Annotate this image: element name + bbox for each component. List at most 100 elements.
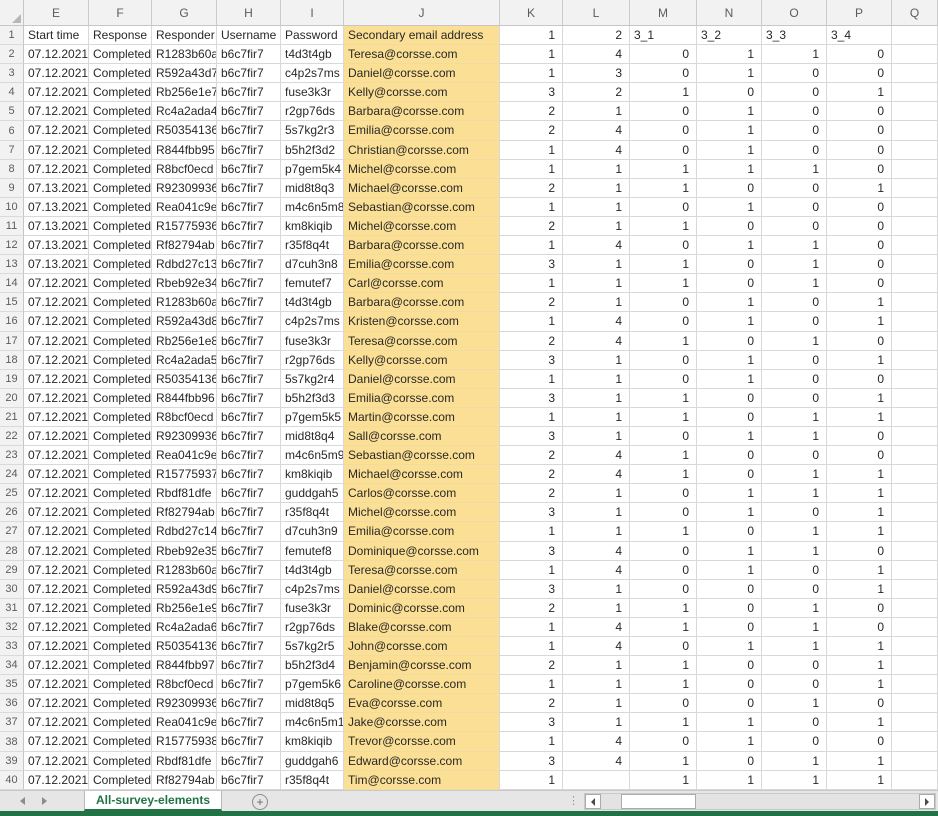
cell-H28[interactable]: b6c7fir7 [217, 542, 281, 561]
cell-E31[interactable]: 07.12.2021 [24, 599, 89, 618]
cell-J13[interactable]: Emilia@corsse.com [344, 255, 500, 274]
row-header-15[interactable]: 15 [0, 293, 24, 312]
row-header-25[interactable]: 25 [0, 484, 24, 503]
cell-G15[interactable]: R1283b60a [152, 293, 217, 312]
cell-P40[interactable]: 1 [827, 771, 892, 790]
cell-O34[interactable]: 0 [762, 656, 827, 675]
cell-K7[interactable]: 1 [500, 141, 563, 160]
cell-O35[interactable]: 0 [762, 675, 827, 694]
cell-L35[interactable]: 1 [563, 675, 630, 694]
cell-F16[interactable]: Completed [89, 312, 152, 331]
cell-I33[interactable]: 5s7kg2r5 [281, 637, 344, 656]
cell-E32[interactable]: 07.12.2021 [24, 618, 89, 637]
cell-M5[interactable]: 0 [630, 102, 697, 121]
cell-K10[interactable]: 1 [500, 198, 563, 217]
row-header-13[interactable]: 13 [0, 255, 24, 274]
cell-H6[interactable]: b6c7fir7 [217, 121, 281, 140]
cell-G35[interactable]: R8bcf0ecd [152, 675, 217, 694]
cell-O37[interactable]: 0 [762, 713, 827, 732]
cell-E25[interactable]: 07.12.2021 [24, 484, 89, 503]
cell-N39[interactable]: 0 [697, 752, 762, 771]
cell-M34[interactable]: 1 [630, 656, 697, 675]
cell-P21[interactable]: 1 [827, 408, 892, 427]
cell-M20[interactable]: 1 [630, 389, 697, 408]
cell-L3[interactable]: 3 [563, 64, 630, 83]
cell-F25[interactable]: Completed [89, 484, 152, 503]
cell-E36[interactable]: 07.12.2021 [24, 694, 89, 713]
cell-I3[interactable]: c4p2s7ms [281, 64, 344, 83]
cell-N22[interactable]: 1 [697, 427, 762, 446]
cell-H27[interactable]: b6c7fir7 [217, 522, 281, 541]
cell-Q12[interactable] [892, 236, 938, 255]
cell-K33[interactable]: 1 [500, 637, 563, 656]
cell-I38[interactable]: km8kiqib [281, 732, 344, 751]
cell-Q40[interactable] [892, 771, 938, 790]
cell-G21[interactable]: R8bcf0ecd [152, 408, 217, 427]
cell-Q25[interactable] [892, 484, 938, 503]
cell-H8[interactable]: b6c7fir7 [217, 160, 281, 179]
cell-I36[interactable]: mid8t8q5 [281, 694, 344, 713]
cell-K21[interactable]: 1 [500, 408, 563, 427]
column-header-L[interactable]: L [563, 0, 630, 26]
cell-O25[interactable]: 1 [762, 484, 827, 503]
cell-L6[interactable]: 4 [563, 121, 630, 140]
cell-L18[interactable]: 1 [563, 351, 630, 370]
cell-I10[interactable]: m4c6n5m8 [281, 198, 344, 217]
cell-P17[interactable]: 0 [827, 332, 892, 351]
cell-N16[interactable]: 1 [697, 312, 762, 331]
cell-F18[interactable]: Completed [89, 351, 152, 370]
cell-E37[interactable]: 07.12.2021 [24, 713, 89, 732]
cell-Q6[interactable] [892, 121, 938, 140]
cell-N26[interactable]: 1 [697, 503, 762, 522]
cell-Q16[interactable] [892, 312, 938, 331]
add-sheet-button[interactable]: + [252, 794, 268, 810]
cell-P8[interactable]: 0 [827, 160, 892, 179]
cell-L14[interactable]: 1 [563, 274, 630, 293]
cell-Q15[interactable] [892, 293, 938, 312]
cell-O31[interactable]: 1 [762, 599, 827, 618]
cell-M19[interactable]: 0 [630, 370, 697, 389]
cell-H40[interactable]: b6c7fir7 [217, 771, 281, 790]
cell-J27[interactable]: Emilia@corsse.com [344, 522, 500, 541]
cell-I27[interactable]: d7cuh3n9 [281, 522, 344, 541]
cell-H2[interactable]: b6c7fir7 [217, 45, 281, 64]
row-header-29[interactable]: 29 [0, 561, 24, 580]
column-header-F[interactable]: F [89, 0, 152, 26]
row-header-33[interactable]: 33 [0, 637, 24, 656]
cell-H19[interactable]: b6c7fir7 [217, 370, 281, 389]
cell-Q5[interactable] [892, 102, 938, 121]
cell-Q13[interactable] [892, 255, 938, 274]
cell-I35[interactable]: p7gem5k6 [281, 675, 344, 694]
cell-E35[interactable]: 07.12.2021 [24, 675, 89, 694]
cell-Q19[interactable] [892, 370, 938, 389]
cell-K27[interactable]: 1 [500, 522, 563, 541]
row-header-11[interactable]: 11 [0, 217, 24, 236]
column-header-O[interactable]: O [762, 0, 827, 26]
cell-E4[interactable]: 07.12.2021 [24, 83, 89, 102]
cell-Q21[interactable] [892, 408, 938, 427]
cell-H21[interactable]: b6c7fir7 [217, 408, 281, 427]
cell-F2[interactable]: Completed [89, 45, 152, 64]
cell-Q35[interactable] [892, 675, 938, 694]
cell-P4[interactable]: 1 [827, 83, 892, 102]
cell-L4[interactable]: 2 [563, 83, 630, 102]
cell-J15[interactable]: Barbara@corsse.com [344, 293, 500, 312]
cell-L8[interactable]: 1 [563, 160, 630, 179]
cell-N33[interactable]: 1 [697, 637, 762, 656]
cell-E1[interactable]: Start time [24, 26, 89, 45]
column-header-P[interactable]: P [827, 0, 892, 26]
cell-E5[interactable]: 07.12.2021 [24, 102, 89, 121]
cell-F7[interactable]: Completed [89, 141, 152, 160]
cell-N8[interactable]: 1 [697, 160, 762, 179]
cell-Q38[interactable] [892, 732, 938, 751]
cell-J16[interactable]: Kristen@corsse.com [344, 312, 500, 331]
cell-Q8[interactable] [892, 160, 938, 179]
cell-G19[interactable]: R50354136 [152, 370, 217, 389]
row-header-23[interactable]: 23 [0, 446, 24, 465]
cell-O10[interactable]: 0 [762, 198, 827, 217]
cell-M21[interactable]: 1 [630, 408, 697, 427]
cell-L26[interactable]: 1 [563, 503, 630, 522]
cell-I24[interactable]: km8kiqib [281, 465, 344, 484]
cell-M28[interactable]: 0 [630, 542, 697, 561]
cell-Q26[interactable] [892, 503, 938, 522]
